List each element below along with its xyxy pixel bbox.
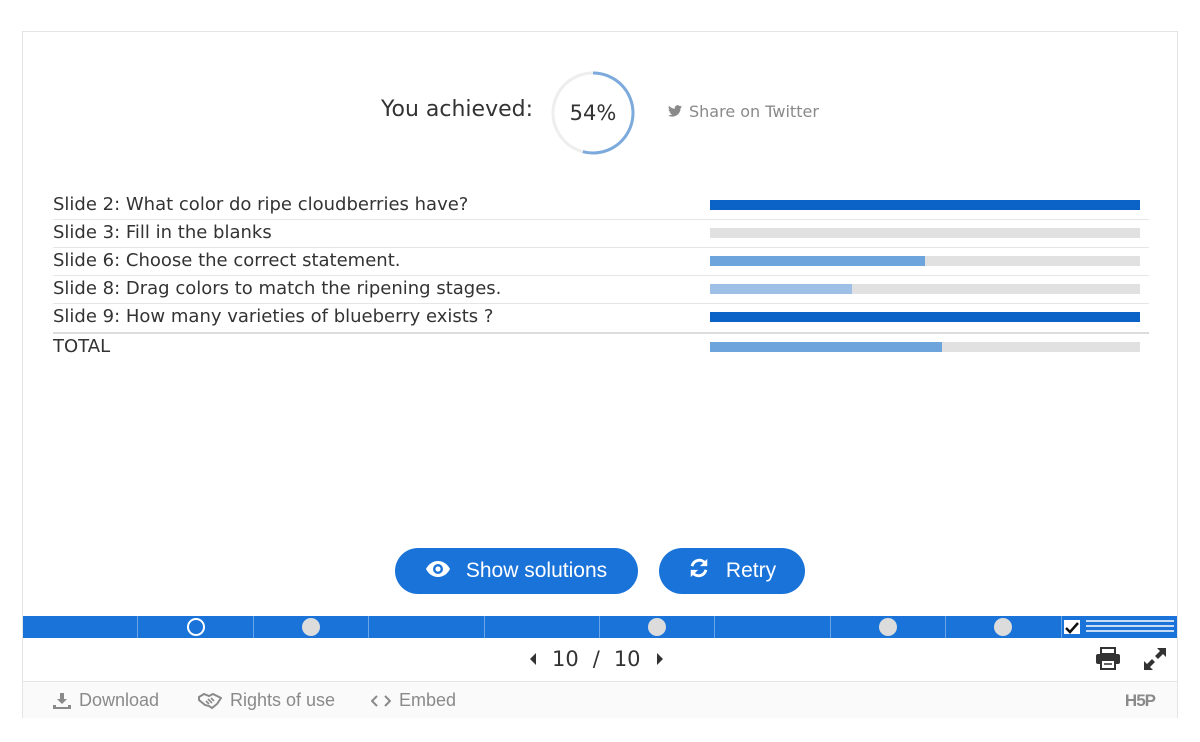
result-score-bar [710, 256, 1140, 266]
show-solutions-label: Show solutions [465, 559, 608, 582]
total-label: TOTAL [53, 336, 111, 357]
score-percent: 54% [569, 101, 617, 125]
expand-icon [1144, 648, 1166, 670]
result-score-bar [710, 284, 1140, 294]
download-label: Download [79, 690, 160, 710]
share-twitter-label: Share on Twitter [689, 102, 819, 121]
result-score-fill [710, 256, 925, 266]
handshake-icon [198, 692, 222, 709]
show-solutions-button[interactable]: Show solutions [395, 548, 638, 594]
progress-slide-8[interactable] [831, 616, 947, 638]
h5p-footer: Download Rights of use Embed H5P [23, 682, 1177, 718]
result-label: Slide 2: What color do ripe cloudberries… [53, 194, 469, 215]
result-label: Slide 6: Choose the correct statement. [53, 250, 401, 271]
retry-button[interactable]: Retry [659, 548, 805, 594]
next-slide-button[interactable] [655, 652, 665, 666]
answered-dot-icon [648, 618, 667, 636]
achieved-label: You achieved: [381, 97, 534, 122]
print-icon [1096, 647, 1120, 670]
rights-of-use-link[interactable]: Rights of use [198, 690, 335, 711]
download-link[interactable]: Download [53, 690, 159, 711]
total-slide-number: 10 [613, 647, 641, 671]
result-score-fill [710, 284, 852, 294]
eye-icon [425, 559, 450, 583]
progress-slide-2[interactable] [138, 616, 254, 638]
total-score-fill [710, 342, 943, 352]
score-circle: 54% [550, 70, 636, 156]
share-twitter-link[interactable]: Share on Twitter [668, 102, 819, 121]
results-table: Slide 2: What color do ripe cloudberries… [53, 192, 1149, 364]
slide-navigation: 10 / 10 [528, 646, 665, 672]
presentation-frame: You achieved: 54% Share on Twitter Slide… [22, 31, 1178, 718]
result-row: Slide 6: Choose the correct statement. [53, 248, 1149, 276]
answered-dot-icon [878, 618, 897, 636]
unanswered-dot-icon [186, 618, 205, 636]
result-row: Slide 9: How many varieties of blueberry… [53, 304, 1149, 332]
result-score-bar [710, 228, 1140, 238]
result-label: Slide 8: Drag colors to match the ripeni… [53, 278, 502, 299]
progress-slide-9[interactable] [946, 616, 1062, 638]
total-score-bar [710, 342, 1140, 352]
result-label: Slide 3: Fill in the blanks [53, 222, 272, 243]
result-score-bar [710, 200, 1140, 210]
result-label: Slide 9: How many varieties of blueberry… [53, 306, 494, 327]
embed-link[interactable]: Embed [371, 690, 456, 711]
summary-lines-icon [1085, 620, 1174, 634]
caret-left-icon [530, 653, 536, 665]
caret-right-icon [656, 653, 663, 665]
progress-slide-10[interactable] [1062, 616, 1177, 638]
answered-dot-icon [301, 618, 320, 636]
current-slide-number: 10 [552, 647, 579, 671]
slide-progress-bar [23, 616, 1177, 638]
refresh-icon [688, 557, 710, 585]
previous-slide-button[interactable] [528, 652, 538, 666]
progress-slide-5[interactable] [485, 616, 600, 638]
navigation-bar: 10 / 10 [23, 638, 1177, 682]
print-button[interactable] [1095, 647, 1121, 675]
score-header: You achieved: 54% Share on Twitter [23, 70, 1177, 156]
progress-slide-4[interactable] [369, 616, 485, 638]
h5p-logo: H5P [1124, 691, 1156, 710]
result-score-fill [710, 312, 1140, 322]
progress-slide-6[interactable] [600, 616, 716, 638]
result-score-fill [710, 200, 1140, 210]
code-icon [371, 694, 391, 707]
result-row: Slide 8: Drag colors to match the ripeni… [53, 276, 1149, 304]
result-score-bar [710, 312, 1140, 322]
result-row: Slide 3: Fill in the blanks [53, 220, 1149, 248]
download-icon [53, 692, 71, 709]
total-row: TOTAL [53, 334, 1149, 364]
twitter-icon [668, 102, 682, 121]
fullscreen-button[interactable] [1143, 647, 1167, 675]
result-row: Slide 2: What color do ripe cloudberries… [53, 192, 1149, 220]
embed-label: Embed [399, 690, 457, 710]
progress-slide-3[interactable] [254, 616, 370, 638]
navbar-tools [1095, 647, 1167, 675]
progress-slide-7[interactable] [715, 616, 831, 638]
checkmark-icon [1063, 620, 1080, 634]
progress-slide-1[interactable] [23, 616, 139, 638]
slide-number-separator: / [592, 647, 600, 671]
answered-dot-icon [994, 618, 1013, 636]
rights-of-use-label: Rights of use [230, 690, 336, 710]
retry-label: Retry [725, 559, 777, 582]
